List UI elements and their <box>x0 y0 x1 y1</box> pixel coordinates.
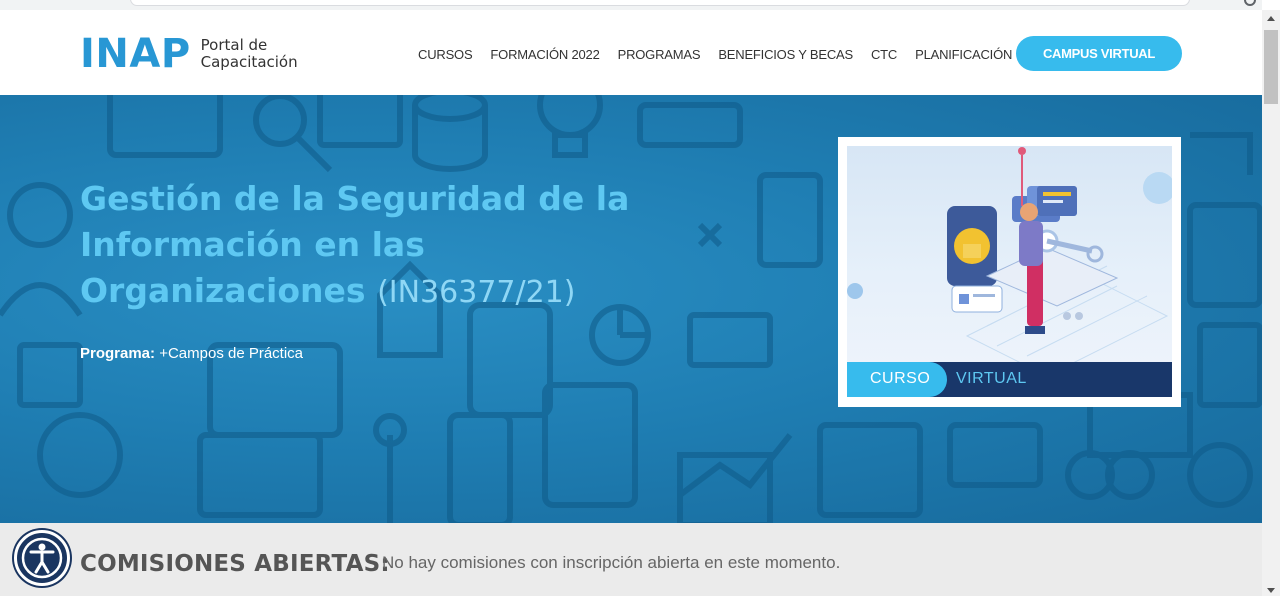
program-value[interactable]: +Campos de Práctica <box>159 345 303 362</box>
course-title-line2: Información en las <box>80 225 425 264</box>
address-bar-edge[interactable] <box>130 0 1190 6</box>
logo-subtitle: Portal de Capacitación <box>201 37 298 71</box>
course-title-line3: Organizaciones <box>80 271 366 310</box>
commissions-title: COMISIONES ABIERTAS: <box>80 551 390 577</box>
course-title: Gestión de la Seguridad de la Informació… <box>80 176 640 316</box>
logo-mark: INAP <box>80 31 191 77</box>
course-code: (IN36377/21) <box>377 275 576 310</box>
course-illustration <box>847 146 1172 362</box>
nav-item-planificacion[interactable]: PLANIFICACIÓN <box>915 47 1012 62</box>
scroll-up-icon[interactable] <box>1267 16 1275 21</box>
main-nav: CURSOS FORMACIÓN 2022 PROGRAMAS BENEFICI… <box>418 47 1012 62</box>
commissions-message: No hay comisiones con inscripción abiert… <box>382 553 841 572</box>
nav-item-beneficios[interactable]: BENEFICIOS Y BECAS <box>718 47 853 62</box>
accessibility-icon <box>21 537 63 579</box>
campus-virtual-button[interactable]: CAMPUS VIRTUAL <box>1016 36 1182 71</box>
course-title-line1: Gestión de la Seguridad de la <box>80 179 630 218</box>
page-scrollbar[interactable] <box>1262 10 1280 596</box>
scrollbar-thumb[interactable] <box>1264 30 1278 104</box>
nav-item-programas[interactable]: PROGRAMAS <box>618 47 701 62</box>
program-info: Programa: +Campos de Práctica <box>80 345 303 362</box>
course-card[interactable]: CURSO VIRTUAL <box>838 137 1181 407</box>
profile-icon[interactable] <box>1244 0 1256 6</box>
site-header: INAP Portal de Capacitación CURSOS FORMA… <box>0 10 1262 95</box>
course-mode-label: VIRTUAL <box>956 370 1027 387</box>
accessibility-button[interactable] <box>14 530 70 586</box>
course-hero: Gestión de la Seguridad de la Informació… <box>0 95 1262 523</box>
nav-item-formacion[interactable]: FORMACIÓN 2022 <box>490 47 599 62</box>
logo-sub-line2: Capacitación <box>200 53 298 71</box>
program-label: Programa: <box>80 345 156 362</box>
commissions-bar: COMISIONES ABIERTAS: No hay comisiones c… <box>0 523 1262 596</box>
inap-logo[interactable]: INAP Portal de Capacitación <box>80 34 298 74</box>
nav-item-ctc[interactable]: CTC <box>871 47 897 62</box>
scroll-down-icon[interactable] <box>1267 588 1275 593</box>
browser-top-strip <box>0 0 1262 10</box>
course-type-banner: CURSO VIRTUAL <box>847 362 1172 397</box>
security-illustration <box>847 147 1172 362</box>
course-type-label: CURSO <box>870 370 931 387</box>
nav-item-cursos[interactable]: CURSOS <box>418 47 473 62</box>
logo-sub-line1: Portal de <box>200 36 268 54</box>
